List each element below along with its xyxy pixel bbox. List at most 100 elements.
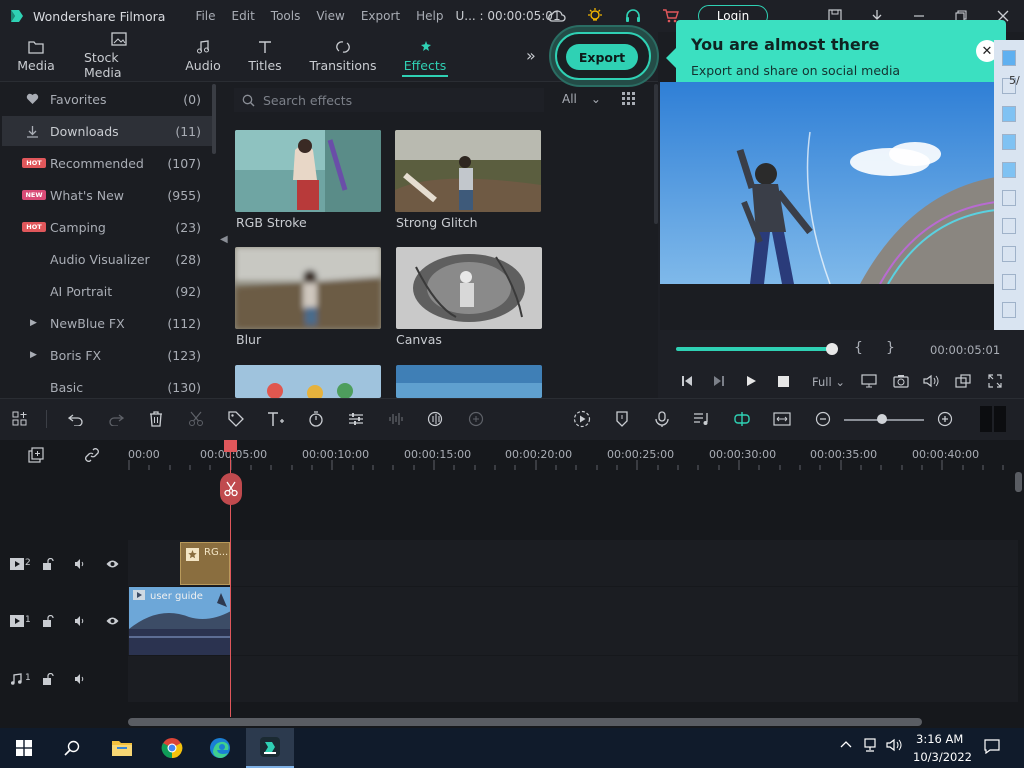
scissors-icon[interactable] (186, 409, 206, 429)
storyboard-cell[interactable] (1002, 190, 1016, 206)
expand-arrow-icon[interactable]: ▶ (30, 350, 44, 360)
fit-timeline-icon[interactable] (772, 409, 792, 429)
mark-in-button[interactable]: { (854, 340, 863, 356)
sidebar-item-whats-new[interactable]: NEW What's New (955) (2, 180, 212, 210)
unlock-icon[interactable] (42, 673, 54, 685)
link-icon[interactable] (82, 445, 102, 465)
eye-icon[interactable] (106, 559, 119, 569)
add-track-icon[interactable] (26, 445, 46, 465)
notification-icon[interactable] (984, 738, 1000, 757)
tray-chevron-up-icon[interactable] (840, 738, 852, 752)
step-back-icon[interactable] (678, 372, 696, 390)
stop-icon[interactable] (774, 372, 792, 390)
chrome-icon[interactable] (148, 728, 196, 768)
audio-wave-icon[interactable] (386, 409, 406, 429)
taskbar-search-icon[interactable] (48, 728, 96, 768)
sidebar-item-camping[interactable]: HOT Camping (23) (2, 212, 212, 242)
sidebar-item-downloads[interactable]: Downloads (11) (2, 116, 212, 146)
storyboard-cell[interactable] (1002, 246, 1016, 262)
sidebar-item-newblue-fx[interactable]: ▶ NewBlue FX (112) (2, 308, 212, 338)
menu-tools[interactable]: Tools (263, 9, 309, 23)
preview-progress-bar[interactable] (676, 347, 832, 351)
effect-thumbnail-canvas[interactable] (396, 247, 542, 329)
color-match-icon[interactable] (426, 409, 446, 429)
expand-arrow-icon[interactable]: ▶ (30, 318, 44, 328)
file-explorer-icon[interactable] (98, 728, 146, 768)
eye-icon[interactable] (106, 616, 119, 626)
taskbar-clock-time[interactable]: 3:16 AM (916, 732, 963, 746)
grid-view-icon[interactable] (622, 92, 636, 106)
unlock-icon[interactable] (42, 558, 54, 570)
search-input[interactable] (263, 92, 533, 108)
preview-video-frame[interactable] (660, 82, 996, 284)
step-forward-icon[interactable] (710, 372, 728, 390)
pip-icon[interactable] (954, 372, 972, 390)
preview-progress-handle[interactable] (826, 343, 838, 355)
audio-mixer-icon[interactable] (692, 409, 712, 429)
sidebar-item-boris-fx[interactable]: ▶ Boris FX (123) (2, 340, 212, 370)
mark-out-button[interactable]: } (886, 340, 895, 356)
undo-icon[interactable] (66, 409, 86, 429)
zoom-out-icon[interactable] (813, 409, 833, 429)
tab-audio[interactable]: Audio (185, 32, 221, 80)
storyboard-cell[interactable] (1002, 50, 1016, 66)
menu-view[interactable]: View (308, 9, 352, 23)
render-preview-icon[interactable] (572, 409, 592, 429)
layout-grid-icon[interactable] (10, 409, 30, 429)
quality-dropdown[interactable]: Full ⌄ (812, 375, 845, 389)
speaker-icon[interactable] (74, 615, 86, 627)
split-scissors-icon[interactable] (220, 473, 242, 505)
windows-start-icon[interactable] (0, 728, 48, 768)
storyboard-cell[interactable] (1002, 302, 1016, 318)
tab-stock-media[interactable]: Stock Media (84, 32, 154, 80)
storyboard-cell[interactable] (1002, 134, 1016, 150)
speed-timer-icon[interactable] (306, 409, 326, 429)
volume-icon[interactable] (922, 372, 940, 390)
menu-export[interactable]: Export (353, 9, 408, 23)
delete-icon[interactable] (146, 409, 166, 429)
fullscreen-icon[interactable] (986, 372, 1004, 390)
tag-icon[interactable] (226, 409, 246, 429)
filmora-taskbar-icon[interactable] (246, 728, 294, 768)
track-row-audio-1[interactable] (128, 656, 1018, 702)
tab-titles[interactable]: Titles (248, 32, 282, 80)
zoom-in-icon[interactable] (935, 409, 955, 429)
snapshot-icon[interactable] (892, 372, 910, 390)
adjust-sliders-icon[interactable] (346, 409, 366, 429)
menu-file[interactable]: File (187, 9, 223, 23)
tab-transitions[interactable]: Transitions (310, 32, 376, 80)
speaker-icon[interactable] (74, 558, 86, 570)
edge-icon[interactable] (196, 728, 244, 768)
timeline-vertical-scrollbar[interactable] (1015, 472, 1022, 492)
panel-layout-icon[interactable] (980, 406, 1006, 432)
taskbar-clock-date[interactable]: 10/3/2022 (913, 750, 972, 764)
effect-thumbnail-partial[interactable] (235, 365, 381, 398)
sidebar-item-recommended[interactable]: HOT Recommended (107) (2, 148, 212, 178)
storyboard-cell[interactable] (1002, 274, 1016, 290)
speaker-icon[interactable] (74, 673, 86, 685)
storyboard-cell[interactable] (1002, 106, 1016, 122)
sidebar-item-audio-visualizer[interactable]: Audio Visualizer (28) (2, 244, 212, 274)
effects-filter-dropdown[interactable]: All ⌄ (562, 92, 601, 106)
sidebar-item-basic[interactable]: Basic (130) (2, 372, 212, 398)
timeline-horizontal-scrollbar[interactable] (128, 718, 922, 726)
play-icon[interactable] (742, 372, 760, 390)
export-button[interactable]: Export (566, 44, 638, 70)
unlock-icon[interactable] (42, 615, 54, 627)
timeline-zoom-handle[interactable] (877, 414, 887, 424)
tray-volume-icon[interactable] (886, 738, 902, 755)
sidebar-item-ai-portrait[interactable]: AI Portrait (92) (2, 276, 212, 306)
tab-media[interactable]: Media (16, 32, 56, 80)
sidebar-scrollbar[interactable] (212, 84, 216, 154)
magnetic-snap-icon[interactable] (732, 409, 752, 429)
tab-effects[interactable]: Effects (402, 32, 448, 80)
add-text-icon[interactable] (266, 409, 286, 429)
track-row-video-2[interactable] (128, 540, 1018, 586)
track-row-video-1[interactable] (128, 587, 1018, 655)
storyboard-cell[interactable] (1002, 218, 1016, 234)
redo-icon[interactable] (106, 409, 126, 429)
storyboard-cell[interactable] (1002, 162, 1016, 178)
effect-thumbnail-partial[interactable] (396, 365, 542, 398)
effect-thumbnail-blur[interactable] (235, 247, 381, 329)
more-tabs-chevron-icon[interactable]: » (526, 46, 536, 65)
